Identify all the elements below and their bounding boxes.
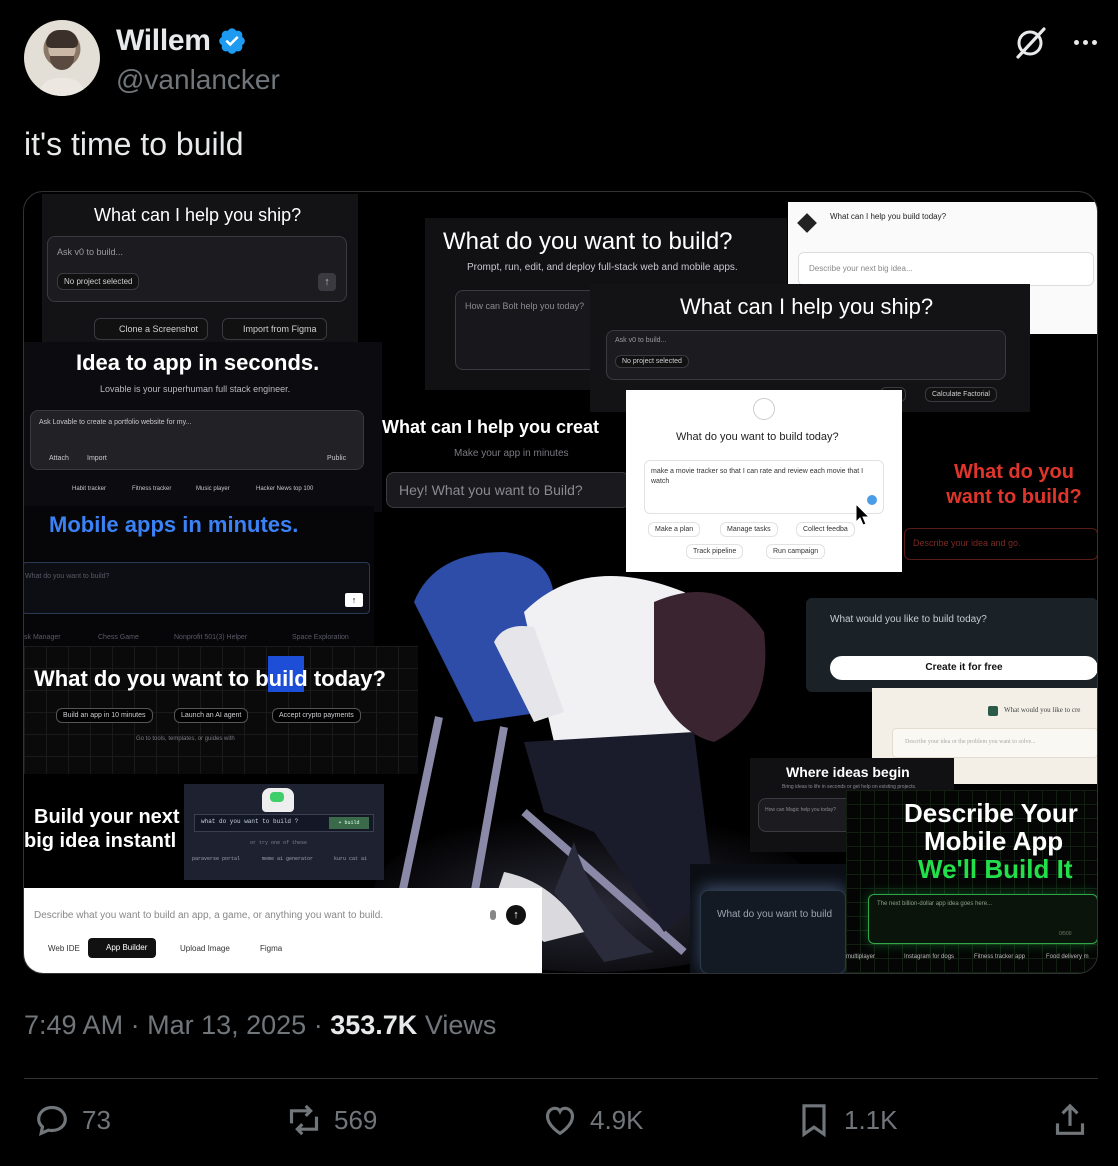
v0-input[interactable]: Ask v0 to build... No project selected ↑ (47, 236, 347, 302)
more-icon[interactable] (1071, 32, 1099, 52)
lovable-chip[interactable]: Music player (196, 486, 230, 492)
reply-button[interactable]: 73 (32, 1100, 111, 1140)
app-builder-tab[interactable]: App Builder (88, 938, 156, 958)
mascot-icon (262, 788, 294, 812)
panel-title: What can I help you ship? (94, 205, 302, 225)
avatar-hair (46, 30, 78, 48)
like-icon (545, 1106, 575, 1136)
red-input[interactable]: Describe your idea and go. (904, 528, 1097, 560)
reply-count: 73 (82, 1104, 111, 1135)
lovable-chip[interactable]: Habit tracker (72, 486, 106, 492)
logo-icon (753, 398, 775, 420)
create-panel: What can I help you creat Make your app … (382, 412, 630, 512)
logo-icon (988, 706, 998, 716)
notion-input[interactable]: Describe your next big idea... (798, 252, 1094, 286)
describe-input[interactable]: The next billion-dollar app idea goes he… (868, 894, 1097, 944)
project-select[interactable]: No project selected (57, 273, 140, 290)
repost-icon (289, 1104, 319, 1136)
create-input[interactable]: Hey! What you want to Build? (386, 472, 630, 508)
repost-count: 569 (334, 1104, 378, 1135)
lovable-chip[interactable]: Fitness tracker (132, 486, 171, 492)
views-count: 353.7K (330, 1010, 418, 1040)
bookmark-count: 1.1K (844, 1104, 898, 1135)
build-next-panel: Build your next big idea instantl (24, 792, 184, 872)
like-count: 4.9K (590, 1104, 644, 1135)
handle[interactable]: @vanlancker (116, 64, 280, 96)
repost-button[interactable]: 569 (284, 1100, 377, 1140)
bookmark-icon (802, 1104, 826, 1138)
mobile-input[interactable]: What do you want to build? ↑ (24, 562, 370, 614)
create-free-panel: What would you like to build today? Crea… (806, 598, 1097, 692)
tweet-time[interactable]: 7:49 AM (24, 1010, 123, 1040)
center-input[interactable]: make a movie tracker so that I can rate … (644, 460, 884, 514)
create-free-button[interactable]: Create it for free (830, 656, 1097, 680)
share-button[interactable] (1050, 1100, 1090, 1140)
glow-panel: What do you want to build (690, 864, 846, 973)
send-icon[interactable]: ↑ (506, 905, 526, 925)
tweet-actions: 73 569 4.9K 1.1K (24, 1100, 1098, 1152)
v0-input-b[interactable]: Ask v0 to build... No project selected (606, 330, 1006, 380)
terminal-input[interactable]: what do you want to build ? + build (194, 814, 374, 832)
panel-subtitle: Prompt, run, edit, and deploy full-stack… (467, 262, 738, 273)
tweet-meta: 7:49 AM · Mar 13, 2025 · 353.7K Views (24, 1010, 496, 1041)
v0-ship-panel-a: What can I help you ship? Ask v0 to buil… (42, 194, 358, 344)
app-builder-panel: Describe what you want to build an app, … (24, 888, 542, 973)
panel-title: What can I help you ship? (680, 294, 934, 319)
meta-separator: · (130, 1010, 140, 1040)
glow-input[interactable]: What do you want to build (700, 890, 846, 973)
tweet-header: Willem @vanlancker (24, 20, 1099, 100)
reply-icon (37, 1105, 67, 1137)
divider (24, 1078, 1098, 1079)
terminal-panel: what do you want to build ? + build or t… (184, 784, 384, 880)
display-name[interactable]: Willem (116, 24, 211, 58)
panel-subtitle: Lovable is your superhuman full stack en… (100, 384, 291, 394)
grok-icon[interactable] (1013, 26, 1047, 60)
lovable-input[interactable]: Ask Lovable to create a portfolio websit… (30, 410, 364, 470)
cursor-icon (855, 502, 871, 526)
clone-screenshot-button[interactable]: Clone a Screenshot (94, 318, 209, 340)
send-icon[interactable]: ↑ (318, 273, 336, 291)
avatar-shirt (38, 78, 86, 96)
name-row: Willem (116, 24, 247, 58)
build-today-card: What do you want to build today? make a … (626, 390, 902, 572)
logo-icon (797, 213, 817, 233)
avatar-beard (50, 56, 74, 70)
import-figma-button[interactable]: Import from Figma (222, 318, 327, 340)
tweet-media-collage[interactable]: What can I help you ship? Ask v0 to buil… (23, 191, 1098, 974)
tweet-text: it's time to build (24, 126, 244, 162)
mobile-apps-panel: Mobile apps in minutes. What do you want… (24, 506, 374, 646)
lovable-chip[interactable]: Hacker News top 100 (256, 486, 313, 492)
panel-title: What do you want to build? (443, 228, 733, 255)
tweet-date[interactable]: Mar 13, 2025 (147, 1010, 306, 1040)
avatar[interactable] (24, 20, 100, 96)
share-icon (1055, 1103, 1085, 1135)
bookmark-button[interactable]: 1.1K (794, 1100, 898, 1140)
panel-title: Idea to app in seconds. (76, 350, 320, 375)
red-build-panel: What do you want to build? Describe your… (904, 456, 1097, 566)
describe-mobile-panel: Describe Your Mobile App We'll Build It … (846, 790, 1097, 973)
send-icon[interactable]: ↑ (345, 593, 363, 607)
like-button[interactable]: 4.9K (540, 1100, 644, 1140)
mic-icon[interactable] (490, 910, 496, 920)
views-label: Views (424, 1010, 497, 1040)
lovable-panel: Idea to app in seconds. Lovable is your … (24, 342, 382, 512)
meta-separator: · (313, 1010, 323, 1040)
verified-icon (218, 28, 245, 54)
cream-input[interactable]: Describe your idea or the problem you wa… (892, 728, 1097, 758)
build-today-grid-panel: What do you want to build today? Build a… (24, 646, 418, 774)
